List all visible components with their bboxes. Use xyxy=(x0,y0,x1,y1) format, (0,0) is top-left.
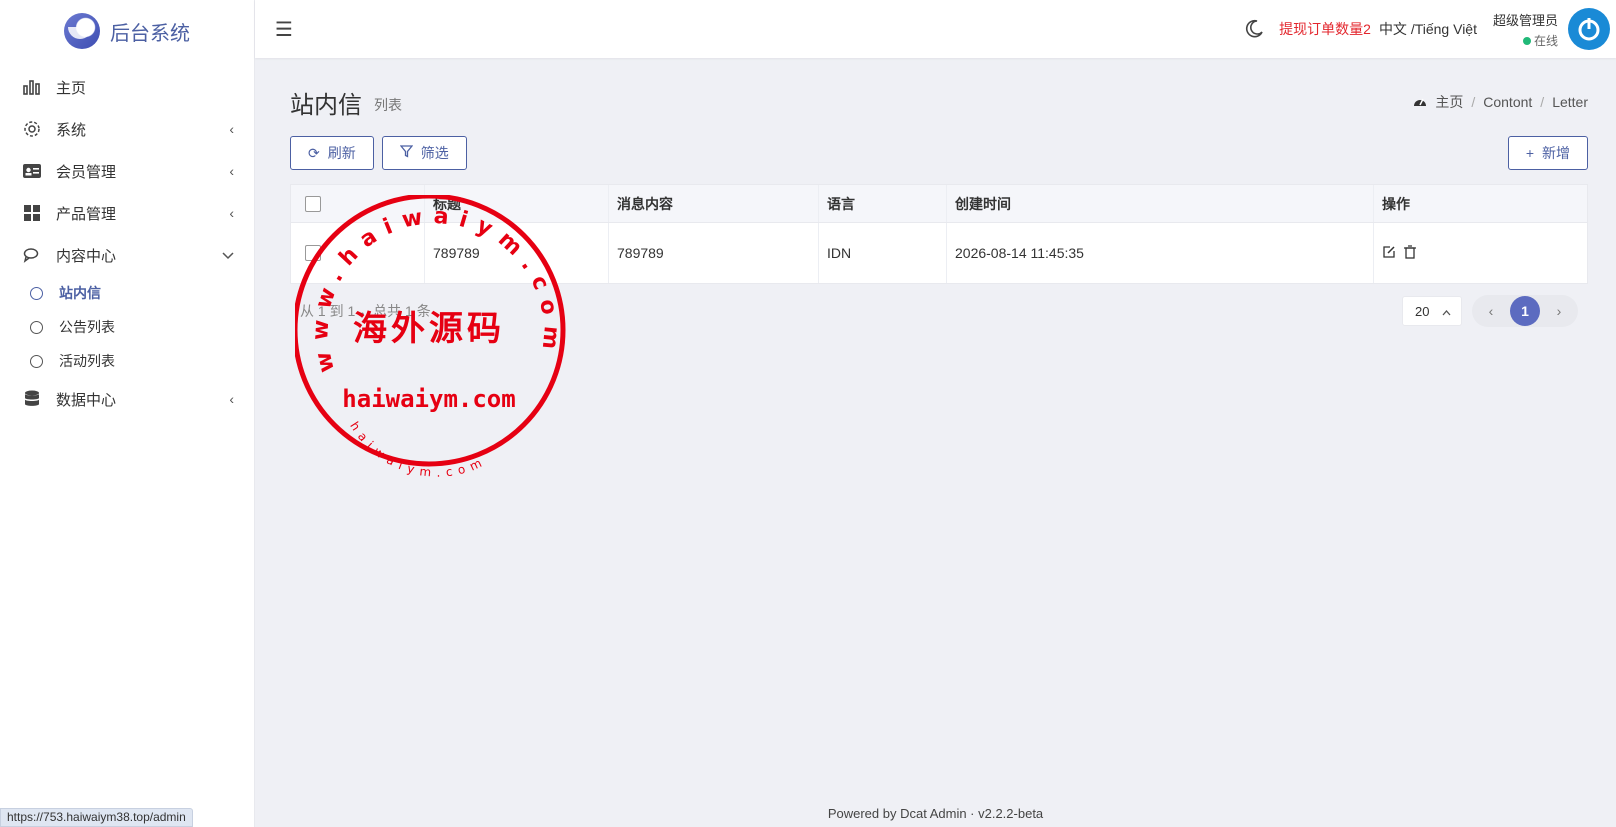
sidebar-item-label: 内容中心 xyxy=(56,247,117,265)
refresh-icon: ⟳ xyxy=(308,144,320,161)
watermark-small-text: haiwaiym.com xyxy=(347,419,489,480)
circle-icon xyxy=(30,286,43,300)
page-title: 站内信 xyxy=(290,91,362,119)
page-subtitle: 列表 xyxy=(374,97,402,113)
id-card-icon xyxy=(22,161,42,181)
breadcrumb-home[interactable]: 主页 xyxy=(1435,92,1463,112)
moon-icon[interactable] xyxy=(1243,18,1265,40)
toolbar: ⟳ 刷新 筛选 + 新增 xyxy=(290,136,1588,170)
select-all-cell xyxy=(291,185,425,222)
bar-chart-icon xyxy=(22,77,42,97)
row-checkbox[interactable] xyxy=(305,245,321,261)
cell-content: 789789 xyxy=(609,223,819,283)
online-dot-icon xyxy=(1522,36,1531,45)
watermark-domain-text: haiwaiym.com xyxy=(342,385,515,413)
sidebar-subitem-activities[interactable]: 活动列表 xyxy=(0,344,254,378)
cell-created: 2026-08-14 11:45:35 xyxy=(947,223,1374,283)
hamburger-menu-icon[interactable]: ☰ xyxy=(275,17,293,42)
header-right: 提现订单数量2 中文 /Tiếng Việt 超级管理员 在线 xyxy=(1243,0,1616,58)
column-header-title[interactable]: 标题 xyxy=(425,185,609,222)
chat-icon xyxy=(22,245,42,265)
top-header: ☰ 提现订单数量2 中文 /Tiếng Việt 超级管理员 在线 xyxy=(255,0,1616,58)
breadcrumb-separator: / xyxy=(1471,94,1476,110)
prev-page-button[interactable]: ‹ xyxy=(1476,296,1506,326)
withdraw-orders-link[interactable]: 提现订单数量2 xyxy=(1279,19,1371,39)
gear-icon xyxy=(22,119,42,139)
sidebar-subitem-letter[interactable]: 站内信 xyxy=(0,276,254,310)
dashboard-icon xyxy=(1413,94,1427,110)
edit-icon[interactable] xyxy=(1382,245,1396,262)
column-header-content[interactable]: 消息内容 xyxy=(609,185,819,222)
sidebar-item-label: 系统 xyxy=(56,121,87,139)
sidebar-item-data[interactable]: 数据中心 ‹ xyxy=(0,378,254,420)
refresh-button[interactable]: ⟳ 刷新 xyxy=(290,136,374,170)
chevron-left-icon: ‹ xyxy=(229,391,234,407)
table-header-row: 标题 消息内容 语言 创建时间 操作 xyxy=(291,185,1587,223)
sidebar-item-label: 主页 xyxy=(56,79,87,97)
sidebar-item-label: 会员管理 xyxy=(56,163,117,181)
grid-icon xyxy=(22,203,42,223)
sidebar-item-label: 数据中心 xyxy=(56,391,117,409)
plus-icon: + xyxy=(1525,145,1534,161)
breadcrumb-letter: Letter xyxy=(1552,94,1588,110)
column-header-language[interactable]: 语言 xyxy=(819,185,947,222)
sidebar-subitem-label: 公告列表 xyxy=(59,319,115,335)
row-select-cell xyxy=(291,223,425,283)
total-count: 从 1 到 1 ，总共 1 条 xyxy=(300,303,431,319)
avatar[interactable] xyxy=(1568,8,1610,50)
data-table: 标题 消息内容 语言 创建时间 操作 789789 789789 IDN 202… xyxy=(290,184,1588,284)
add-button[interactable]: + 新增 xyxy=(1507,136,1588,170)
table-row: 789789 789789 IDN 2026-08-14 11:45:35 xyxy=(291,223,1587,283)
language-switch[interactable]: 中文 /Tiếng Việt xyxy=(1379,19,1477,39)
sidebar-item-members[interactable]: 会员管理 ‹ xyxy=(0,150,254,192)
sidebar-item-home[interactable]: 主页 xyxy=(0,66,254,108)
breadcrumb-content[interactable]: Contont xyxy=(1483,94,1532,110)
circle-icon xyxy=(30,354,43,368)
user-name: 超级管理员 xyxy=(1492,12,1558,28)
main-content: 站内信 列表 主页 / Contont / Letter ⟳ 刷新 筛选 + 新… xyxy=(290,58,1588,338)
user-status: 在线 xyxy=(1493,32,1558,49)
sidebar-item-system[interactable]: 系统 ‹ xyxy=(0,108,254,150)
pagination: ‹ 1 › xyxy=(1472,295,1578,327)
sidebar-nav: 主页 系统 ‹ 会员管理 ‹ 产品管理 ‹ 内容中心 站内信 公告列表 活动列表… xyxy=(0,62,254,420)
chevron-left-icon: ‹ xyxy=(229,205,234,221)
filter-button[interactable]: 筛选 xyxy=(381,136,467,170)
chevron-up-icon xyxy=(1442,304,1451,319)
trash-icon[interactable] xyxy=(1404,244,1416,262)
next-page-button[interactable]: › xyxy=(1544,296,1574,326)
brand-logo-icon xyxy=(64,13,100,49)
brand[interactable]: 后台系统 xyxy=(0,0,254,62)
per-page-select[interactable]: 20 xyxy=(1402,296,1462,326)
breadcrumb-separator: / xyxy=(1540,94,1545,110)
cell-title: 789789 xyxy=(425,223,609,283)
table-footer: 从 1 到 1 ，总共 1 条 20 ‹ 1 › xyxy=(290,284,1588,338)
sidebar-item-products[interactable]: 产品管理 ‹ xyxy=(0,192,254,234)
chevron-left-icon: ‹ xyxy=(229,163,234,179)
sidebar-subitem-notices[interactable]: 公告列表 xyxy=(0,310,254,344)
sidebar-subitem-label: 活动列表 xyxy=(59,353,115,369)
page-1-button[interactable]: 1 xyxy=(1510,296,1540,326)
filter-icon xyxy=(399,145,414,161)
sidebar: 后台系统 主页 系统 ‹ 会员管理 ‹ 产品管理 ‹ 内容中心 站内信 公告列表… xyxy=(0,0,255,827)
database-icon xyxy=(22,389,42,409)
select-all-checkbox[interactable] xyxy=(305,195,321,212)
sidebar-item-content[interactable]: 内容中心 xyxy=(0,234,254,276)
sidebar-item-label: 产品管理 xyxy=(56,205,117,223)
browser-status-url: https://753.haiwaiym38.top/admin xyxy=(0,808,193,827)
chevron-down-icon xyxy=(222,247,234,263)
sidebar-subitem-label: 站内信 xyxy=(59,285,101,301)
column-header-actions: 操作 xyxy=(1382,195,1410,212)
page-footer: Powered by Dcat Admin · v2.2.2-beta xyxy=(827,805,1044,821)
cell-actions xyxy=(1374,223,1587,283)
cell-language: IDN xyxy=(819,223,947,283)
page-head: 站内信 列表 主页 / Contont / Letter xyxy=(290,58,1588,146)
chevron-left-icon: ‹ xyxy=(229,121,234,137)
breadcrumb: 主页 / Contont / Letter xyxy=(1413,92,1588,112)
column-header-created[interactable]: 创建时间 xyxy=(947,185,1374,222)
user-info[interactable]: 超级管理员 在线 xyxy=(1493,10,1558,49)
brand-name: 后台系统 xyxy=(110,22,190,45)
circle-icon xyxy=(30,320,43,334)
